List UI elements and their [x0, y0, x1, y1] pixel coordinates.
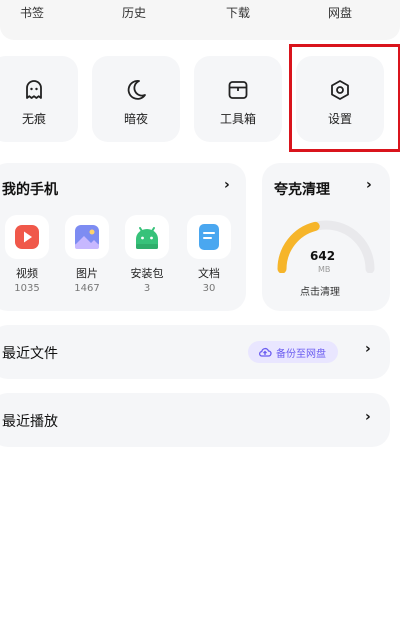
- cleaner-card[interactable]: 夸克清理 › 642 MB 点击清理: [262, 163, 390, 311]
- toolbox-label: 工具箱: [219, 112, 256, 126]
- incognito-icon: [26, 80, 42, 99]
- tab-bookmarks[interactable]: 书签: [20, 4, 44, 21]
- dark-mode-tile[interactable]: 暗夜: [92, 56, 180, 142]
- images-count: 1467: [74, 283, 100, 294]
- phone-item-video[interactable]: 视频 1035: [2, 215, 52, 294]
- documents-label: 文档: [198, 267, 220, 280]
- tab-cloud-drive[interactable]: 网盘: [328, 4, 352, 21]
- video-icon: [15, 225, 39, 249]
- android-icon: [136, 227, 158, 249]
- tab-history[interactable]: 历史: [122, 4, 146, 21]
- cleaner-unit: MB: [318, 265, 331, 274]
- cleaner-action: 点击清理: [300, 287, 340, 298]
- phone-item-apk[interactable]: 安装包 3: [122, 215, 172, 294]
- image-icon: [75, 225, 99, 249]
- video-count: 1035: [14, 283, 40, 294]
- backup-label: 备份至网盘: [276, 349, 326, 360]
- document-icon: [199, 224, 219, 250]
- moon-icon: [127, 80, 146, 100]
- recent-play-chevron-icon[interactable]: ›: [365, 409, 371, 425]
- recent-play-title: 最近播放: [2, 414, 58, 430]
- phone-item-images[interactable]: 图片 1467: [62, 215, 112, 294]
- cleaner-chevron-icon[interactable]: ›: [366, 177, 372, 193]
- tab-downloads[interactable]: 下载: [226, 4, 250, 21]
- incognito-tile[interactable]: 无痕: [0, 56, 78, 142]
- apk-label: 安装包: [130, 267, 164, 280]
- settings-highlight-box: [289, 44, 400, 152]
- backup-to-cloud-button[interactable]: 备份至网盘: [248, 341, 338, 363]
- recent-files-title: 最近文件: [2, 346, 58, 362]
- apk-count: 3: [143, 283, 151, 294]
- recent-files-chevron-icon[interactable]: ›: [365, 341, 371, 357]
- phone-item-documents[interactable]: 文档 30: [184, 215, 234, 294]
- video-label: 视频: [16, 267, 38, 280]
- my-phone-title: 我的手机: [2, 182, 58, 198]
- recent-play-row[interactable]: [0, 393, 390, 447]
- top-tab-bar: 书签 历史 下载 网盘: [0, 0, 400, 40]
- cloud-upload-icon: [259, 347, 272, 357]
- toolbox-icon: [228, 81, 248, 99]
- incognito-label: 无痕: [21, 112, 46, 126]
- cleaner-gauge: [277, 220, 375, 273]
- toolbox-tile[interactable]: 工具箱: [194, 56, 282, 142]
- documents-count: 30: [202, 283, 216, 294]
- cleaner-value: 642: [310, 249, 336, 263]
- dark-mode-label: 暗夜: [123, 112, 148, 126]
- images-label: 图片: [76, 267, 98, 280]
- my-phone-chevron-icon[interactable]: ›: [224, 177, 230, 193]
- cleaner-title: 夸克清理: [274, 182, 330, 198]
- my-phone-card: 我的手机 › 视频 1035 图片 1467 安装包 3 文档 30: [0, 163, 246, 311]
